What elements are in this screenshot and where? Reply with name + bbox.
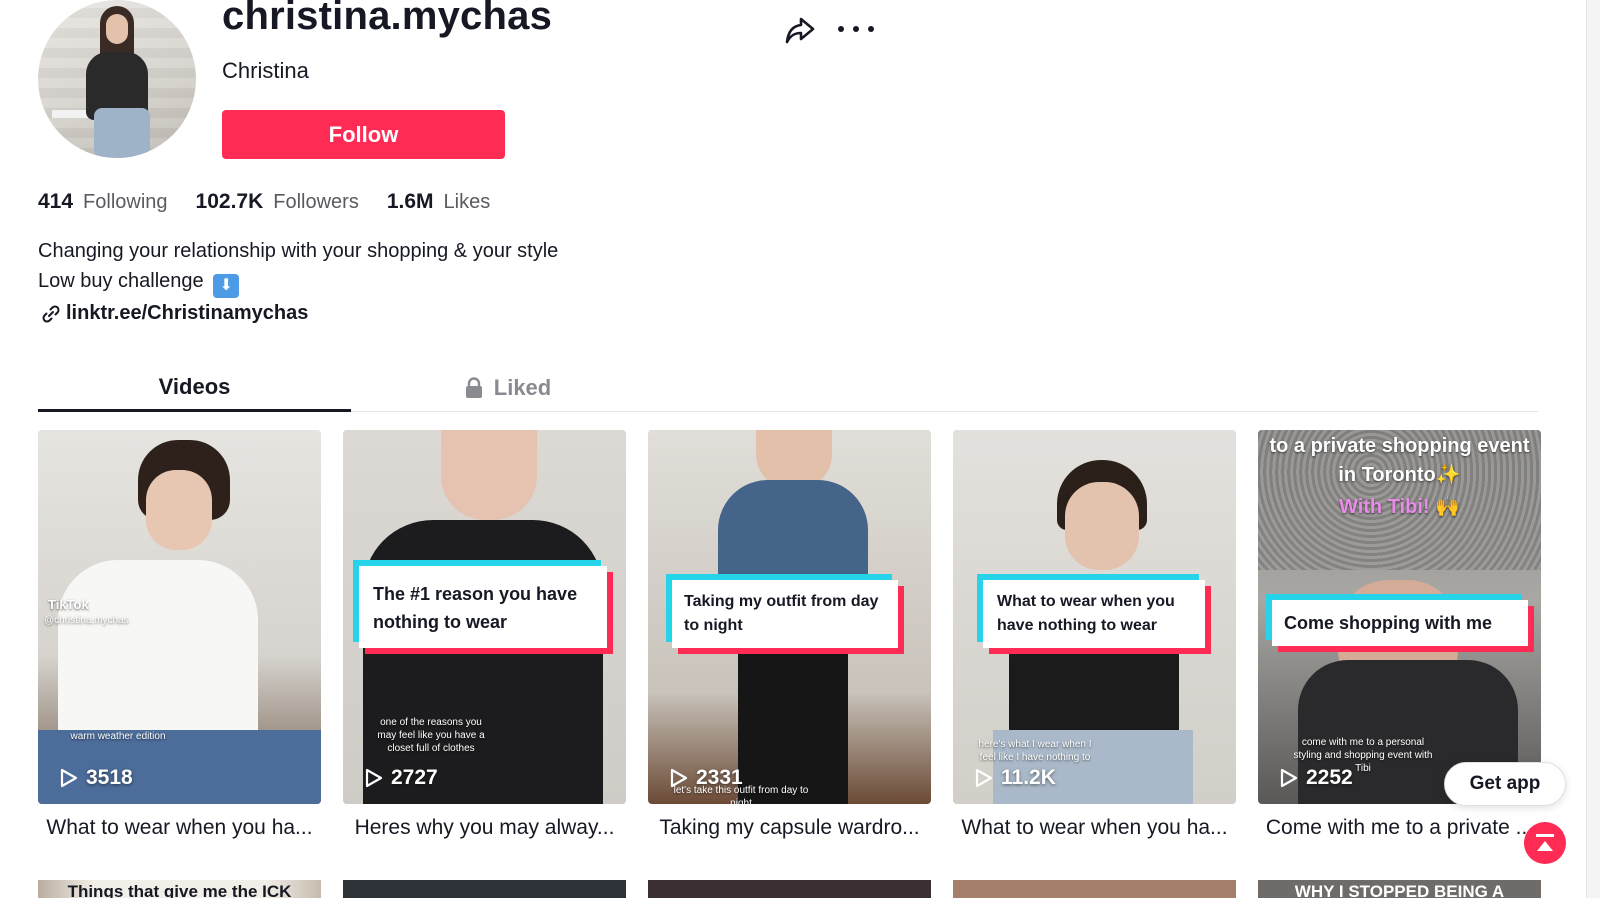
thumb-pants: [738, 630, 848, 804]
video-caption-box: What to wear when you have nothing to we…: [983, 580, 1205, 648]
video-title[interactable]: Come with me to a private ...: [1258, 816, 1541, 840]
video-card[interactable]: WHY I STOPPED BEING A: [1258, 880, 1541, 898]
play-count: 2252: [1280, 766, 1353, 790]
video-card[interactable]: to a private shopping event in Toronto✨ …: [1258, 430, 1541, 804]
tiktok-watermark: TikTok: [48, 597, 89, 612]
play-icon: [1280, 768, 1298, 788]
scrollbar[interactable]: [1586, 0, 1600, 898]
video-card[interactable]: TikTok @christina.mychas warm weather ed…: [38, 430, 321, 804]
share-icon[interactable]: [782, 12, 818, 48]
play-icon: [670, 768, 688, 788]
play-count: 2727: [365, 766, 438, 790]
overlay-small-text: warm weather edition: [70, 731, 166, 742]
video-caption-box: Come shopping with me: [1272, 600, 1528, 646]
stat-value: 414: [38, 190, 74, 213]
video-title[interactable]: Taking my capsule wardro...: [648, 816, 931, 840]
profile-tabs: Videos Liked: [38, 364, 1538, 412]
play-count: 3518: [60, 766, 133, 790]
stat-label: Likes: [443, 191, 491, 213]
row2-caption: WHY I STOPPED BEING A: [1294, 882, 1505, 898]
profile-username: christina.mychas: [222, 0, 553, 38]
avatar-jeans: [94, 108, 150, 158]
lock-icon: [465, 377, 482, 398]
profile-bio: Changing your relationship with your sho…: [38, 236, 558, 298]
overlay-small-text: here's what I wear when I feel like I ha…: [978, 739, 1092, 763]
stat-likes: 1.6M Likes: [387, 190, 490, 214]
video-card[interactable]: The #1 reason you have nothing to wear o…: [343, 430, 626, 804]
video-caption-box: The #1 reason you have nothing to wear: [359, 566, 607, 648]
avatar-face: [106, 14, 128, 44]
thumb-coat: [363, 520, 603, 804]
tab-videos[interactable]: Videos: [38, 364, 351, 412]
video-card[interactable]: Taking my outfit from day to night let's…: [648, 430, 931, 804]
video-card[interactable]: [648, 880, 931, 898]
stat-value: 102.7K: [195, 190, 264, 213]
stat-value: 1.6M: [386, 190, 434, 213]
profile-nickname: Christina: [222, 58, 309, 83]
stat-label: Following: [83, 191, 168, 213]
video-card[interactable]: What to wear when you have nothing to we…: [953, 430, 1236, 804]
profile-link[interactable]: linktr.ee/Christinamychas: [40, 302, 308, 325]
back-to-top-button[interactable]: [1524, 822, 1566, 864]
arrow-up-icon: [1536, 834, 1554, 851]
play-count: 2331: [670, 766, 743, 790]
stat-following[interactable]: 414 Following: [38, 190, 168, 214]
overlay-top-text: to a private shopping event in Toronto✨: [1269, 435, 1530, 486]
down-arrow-emoji-icon: ⬇: [213, 274, 240, 298]
video-card[interactable]: Things that give me the ICK: [38, 880, 321, 898]
profile-stats: 414 Following 102.7K Followers 1.6M Like…: [38, 190, 518, 214]
video-card[interactable]: [343, 880, 626, 898]
play-icon: [975, 768, 993, 788]
overlay-small-text: one of the reasons you may feel like you…: [377, 717, 485, 754]
stat-label: Followers: [273, 191, 359, 213]
row2-caption: Things that give me the ICK: [67, 882, 292, 898]
profile-avatar[interactable]: [38, 0, 196, 158]
link-icon: [42, 304, 60, 323]
bio-line-1: Changing your relationship with your sho…: [38, 240, 559, 262]
video-card[interactable]: [953, 880, 1236, 898]
video-title[interactable]: What to wear when you ha...: [953, 816, 1236, 840]
thumb-face: [1065, 482, 1139, 570]
tiktok-watermark-handle: @christina.mychas: [44, 615, 129, 626]
more-options-icon[interactable]: [838, 16, 874, 42]
follow-button[interactable]: Follow: [222, 110, 505, 159]
play-icon: [60, 768, 78, 788]
stat-followers[interactable]: 102.7K Followers: [196, 190, 359, 214]
video-title[interactable]: What to wear when you ha...: [38, 816, 321, 840]
play-icon: [365, 768, 383, 788]
overlay-top-text-2: With Tibi! 🙌: [1339, 496, 1460, 518]
thumb-face: [146, 470, 212, 550]
profile-link-text: linktr.ee/Christinamychas: [66, 302, 309, 324]
play-count: 11.2K: [975, 766, 1056, 790]
thumb-face: [441, 430, 537, 520]
get-app-button[interactable]: Get app: [1444, 762, 1566, 806]
video-title[interactable]: Heres why you may alway...: [343, 816, 626, 840]
video-caption-box: Taking my outfit from day to night: [672, 580, 898, 648]
tab-liked[interactable]: Liked: [351, 364, 664, 412]
bio-line-2: Low buy challenge ⬇: [38, 266, 558, 298]
